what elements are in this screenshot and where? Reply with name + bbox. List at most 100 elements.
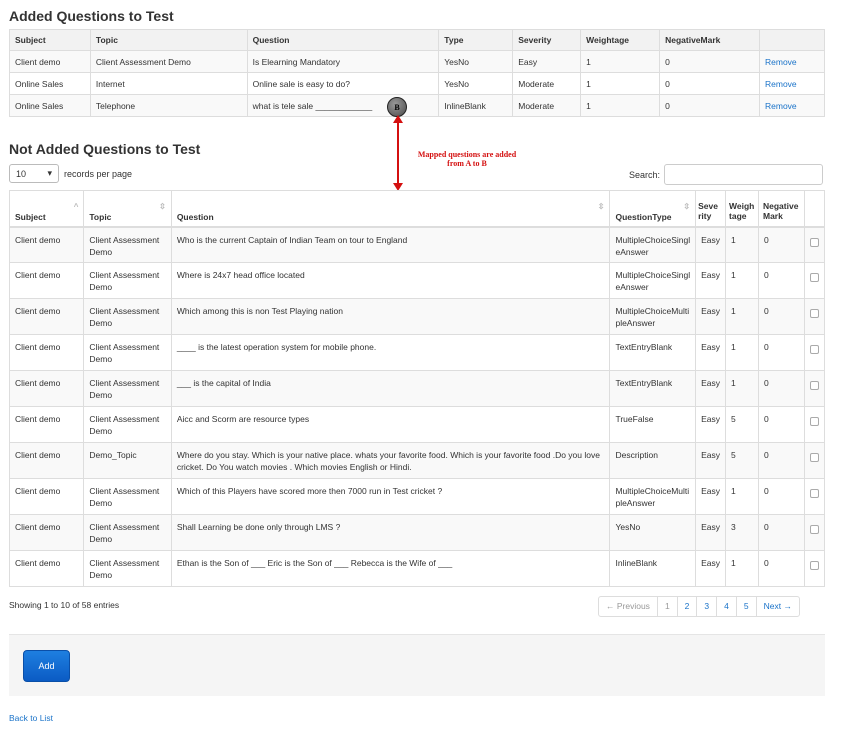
cell-question-type: TextEntryBlank [609, 370, 697, 407]
row-checkbox[interactable] [809, 489, 819, 498]
page-length-select[interactable]: 10 ▾ [9, 164, 59, 183]
add-button[interactable]: Add [23, 650, 70, 682]
cell-negative-mark: 0 [758, 370, 805, 407]
row-checkbox[interactable] [809, 561, 819, 570]
cell-severity: Easy [695, 406, 727, 443]
cell-question-type: YesNo [609, 514, 697, 551]
pager-page-3[interactable]: 3 [696, 597, 716, 616]
sort-both-icon: ⇳ [159, 202, 166, 211]
row-checkbox[interactable] [809, 345, 819, 354]
search-area: Search: [629, 164, 824, 185]
col-question: Question [246, 29, 440, 51]
cell-question: ___ is the capital of India [170, 370, 611, 407]
cell-select [803, 514, 826, 551]
pager-page-1[interactable]: 1 [656, 597, 677, 616]
pagination: ← Previous 1 2 3 4 5 Next → [598, 596, 800, 617]
cell-severity: Easy [695, 370, 727, 407]
row-checkbox[interactable] [809, 273, 819, 282]
col-subject: Subject [9, 29, 91, 51]
cell-severity: Moderate [512, 94, 582, 117]
cell-subject: Client demo [8, 262, 85, 299]
cell-select [803, 226, 826, 263]
cell-negative-mark: 0 [758, 262, 805, 299]
remove-link[interactable]: Remove [765, 57, 797, 67]
pager-next[interactable]: Next → [755, 597, 799, 616]
cell-question-type: MultipleChoiceSingleAnswer [609, 262, 697, 299]
annotation-line-1: Mapped questions are added [417, 150, 517, 159]
cell-subject: Client demo [8, 370, 85, 407]
search-label: Search: [629, 169, 661, 180]
cell-weightage: 1 [725, 334, 759, 371]
caret-down-icon: ▾ [47, 168, 52, 178]
table-row: Client demo Client Assessment Demo ___ is … [8, 370, 826, 407]
mapping-annotation: Mapped questions are added from A to B [404, 150, 530, 168]
pager-previous[interactable]: ← Previous [599, 597, 657, 616]
cell-question: Who is the current Captain of Indian Tea… [170, 226, 611, 263]
cell-topic: Demo_Topic [83, 442, 172, 479]
row-checkbox[interactable] [809, 417, 819, 426]
table-row: Client demo Client Assessment Demo Who is … [8, 226, 826, 263]
cell-weightage: 3 [725, 514, 759, 551]
cell-weightage: 1 [580, 50, 661, 73]
col-type: Type [438, 29, 514, 51]
cell-topic: Client Assessment Demo [83, 514, 172, 551]
pager-page-5[interactable]: 5 [735, 597, 756, 616]
back-to-list-link[interactable]: Back to List [9, 713, 53, 723]
cell-severity: Easy [695, 442, 727, 479]
cell-question-type: TrueFalse [609, 406, 697, 443]
cell-question: Which of this Players have scored more t… [170, 478, 611, 515]
added-questions-table: Subject Topic Question Type Severity Wei… [9, 29, 825, 117]
sort-weightage[interactable]: Weigh tage [725, 190, 759, 228]
row-checkbox[interactable] [809, 525, 819, 534]
row-checkbox[interactable] [809, 309, 819, 318]
cell-negative-mark: 0 [758, 514, 805, 551]
sort-severity[interactable]: Seve rity [695, 190, 727, 228]
cell-weightage: 1 [580, 94, 661, 117]
col-severity: Seve rity [698, 201, 718, 222]
col-weightage: Weightage [580, 29, 661, 51]
cell-question: Where do you stay. Which is your native … [170, 442, 611, 479]
remove-link[interactable]: Remove [765, 79, 797, 89]
form-actions: Add [9, 634, 825, 696]
cell-topic: Client Assessment Demo [83, 298, 172, 335]
table-row: Client demo Client Assessment Demo Aicc an… [8, 406, 826, 443]
row-checkbox[interactable] [809, 453, 819, 462]
table-row: Client demo Client Assessment Demo Where i… [8, 262, 826, 299]
sort-negative-mark[interactable]: Negative Mark [758, 190, 805, 228]
table-info: Showing 1 to 10 of 58 entries [9, 600, 120, 610]
cell-question-type: TextEntryBlank [609, 334, 697, 371]
remove-link[interactable]: Remove [765, 101, 797, 111]
pager-page-4[interactable]: 4 [716, 597, 736, 616]
cell-subject: Client demo [8, 226, 85, 263]
cell-question: what is tele sale ____________ [246, 94, 440, 117]
col-question: Question [176, 211, 214, 222]
row-checkbox[interactable] [809, 237, 819, 247]
cell-weightage: 1 [725, 226, 759, 263]
cell-severity: Moderate [512, 72, 582, 95]
col-question-type: QuestionType [615, 211, 672, 222]
cell-select [803, 370, 826, 407]
cell-select [803, 442, 826, 479]
sort-question[interactable]: Question ⇳ [170, 190, 611, 228]
cell-type: YesNo [438, 50, 514, 73]
table-row: Online Sales Internet Online sale is eas… [9, 72, 825, 95]
cell-severity: Easy [695, 514, 727, 551]
sort-subject[interactable]: Subject ^ [8, 190, 85, 228]
sort-question-type[interactable]: QuestionType ⇳ [609, 190, 697, 228]
cell-severity: Easy [695, 550, 727, 587]
sort-both-icon: ⇳ [683, 202, 691, 211]
not-added-section-title: Not Added Questions to Test [9, 141, 201, 157]
table-row: Client demo Client Assessment Demo ____ is… [8, 334, 826, 371]
cell-subject: Client demo [9, 50, 91, 73]
table-row: Online Sales Telephone what is tele sale… [9, 94, 825, 117]
sort-topic[interactable]: Topic ⇳ [83, 190, 172, 228]
cell-severity: Easy [695, 262, 727, 299]
row-checkbox[interactable] [809, 381, 819, 390]
col-topic: Topic [89, 29, 248, 51]
table-row: Client demo Demo_Topic Where do you stay. … [8, 442, 826, 479]
cell-select [803, 334, 826, 371]
search-input[interactable] [664, 164, 824, 185]
col-action [759, 29, 825, 51]
pager-page-2[interactable]: 2 [676, 597, 697, 616]
cell-topic: Client Assessment Demo [83, 406, 172, 443]
